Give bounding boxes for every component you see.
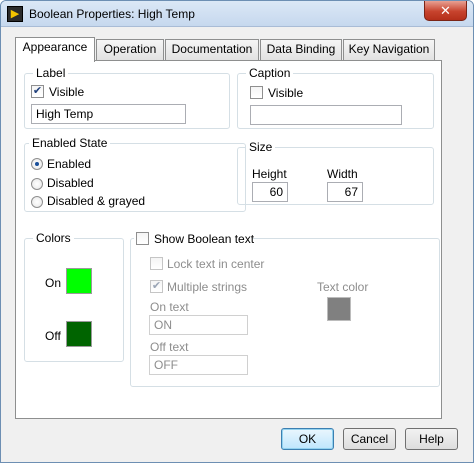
text-color-swatch[interactable]: [327, 297, 351, 321]
label-text-field[interactable]: High Temp: [31, 104, 186, 124]
radio-enabled-label: Enabled: [47, 157, 92, 171]
caption-visible-text: Visible: [268, 86, 304, 100]
tab-key-navigation[interactable]: Key Navigation: [343, 39, 435, 60]
window-title: Boolean Properties: High Temp: [29, 7, 195, 21]
tab-documentation[interactable]: Documentation: [165, 39, 259, 60]
enabled-state-title: Enabled State: [29, 136, 111, 150]
on-text-label: On text: [150, 300, 189, 314]
close-button[interactable]: ✕: [424, 1, 467, 21]
help-button[interactable]: Help: [405, 428, 458, 450]
tab-data-binding[interactable]: Data Binding: [260, 39, 342, 60]
lock-text-label: Lock text in center: [167, 257, 265, 271]
boolean-properties-dialog: ▶ Boolean Properties: High Temp ✕ Appear…: [0, 0, 474, 463]
off-color-label: Off: [45, 329, 61, 343]
off-text-label: Off text: [150, 340, 189, 354]
title-bar[interactable]: ▶ Boolean Properties: High Temp ✕: [1, 1, 473, 27]
text-color-label: Text color: [317, 280, 369, 294]
radio-disabled[interactable]: [31, 178, 43, 190]
radio-disabled-grayed[interactable]: [31, 196, 43, 208]
on-color-swatch[interactable]: [66, 268, 92, 294]
radio-enabled[interactable]: [31, 158, 43, 170]
on-color-label: On: [45, 276, 62, 290]
label-group-title: Label: [33, 66, 69, 80]
caption-text-field[interactable]: [250, 105, 402, 125]
multiple-strings-label: Multiple strings: [167, 280, 248, 294]
size-group-title: Size: [246, 140, 276, 154]
radio-disabled-grayed-label: Disabled & grayed: [47, 194, 146, 208]
on-text-field[interactable]: ON: [149, 315, 248, 335]
off-color-swatch[interactable]: [66, 321, 92, 347]
caption-visible-checkbox[interactable]: [250, 86, 263, 99]
off-text-field[interactable]: OFF: [149, 355, 248, 375]
width-label: Width: [327, 167, 358, 181]
height-label: Height: [252, 167, 287, 181]
caption-group-title: Caption: [246, 66, 294, 80]
tab-operation[interactable]: Operation: [96, 39, 164, 60]
label-visible-checkbox[interactable]: ✔: [31, 85, 44, 98]
appearance-panel: Label ✔ Visible High Temp Caption Visibl…: [15, 60, 442, 419]
height-field[interactable]: 60: [252, 182, 288, 202]
multiple-strings-checkbox[interactable]: ✔: [150, 280, 163, 293]
labview-app-icon: ▶: [7, 6, 23, 22]
radio-disabled-label: Disabled: [47, 176, 94, 190]
colors-group-title: Colors: [33, 231, 74, 245]
tab-appearance[interactable]: Appearance: [15, 37, 95, 62]
lock-text-checkbox[interactable]: [150, 257, 163, 270]
ok-button[interactable]: OK: [281, 428, 334, 450]
show-boolean-text-checkbox[interactable]: [136, 232, 149, 245]
show-boolean-text-label: Show Boolean text: [154, 232, 255, 246]
width-field[interactable]: 67: [327, 182, 363, 202]
label-visible-text: Visible: [49, 85, 85, 99]
cancel-button[interactable]: Cancel: [343, 428, 396, 450]
